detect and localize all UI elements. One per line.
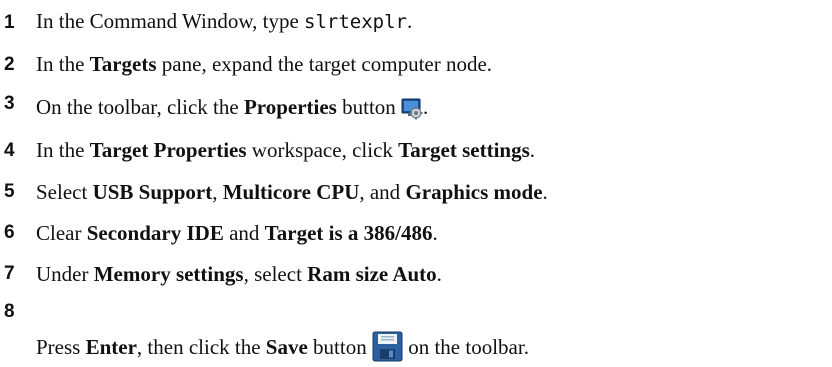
step-2: 2 In the Targets pane, expand the target… xyxy=(0,44,832,84)
text-part: Select xyxy=(36,180,93,204)
text-part: button xyxy=(336,95,402,119)
text-part: on the toolbar. xyxy=(402,335,529,359)
text-part: In the Command Window, type xyxy=(36,9,305,33)
text-part: . xyxy=(423,95,429,119)
text-part: . xyxy=(436,262,442,286)
text-part: and xyxy=(223,221,265,245)
ui-term: Multicore CPU xyxy=(222,180,360,204)
step-number: 1 xyxy=(4,12,15,33)
ui-term: Ram size Auto xyxy=(307,262,437,286)
step-number: 3 xyxy=(4,93,15,114)
text-part: In the xyxy=(36,52,90,76)
step-text: In the Command Window, type slrtexplr. xyxy=(36,11,412,32)
step-5: 5 Select USB Support, Multicore CPU, and… xyxy=(0,170,832,210)
ui-term: Target is a 386/486 xyxy=(264,221,433,245)
text-part: , xyxy=(212,180,223,204)
text-part: , then click the xyxy=(136,335,266,359)
text-part: In the xyxy=(36,138,90,162)
step-text: In the Target Properties workspace, clic… xyxy=(36,140,535,161)
step-number: 6 xyxy=(4,222,15,243)
ui-term: Targets xyxy=(89,52,157,76)
step-text: Under Memory settings, select Ram size A… xyxy=(36,264,442,285)
ui-term: Target settings xyxy=(398,138,530,162)
step-number: 4 xyxy=(4,140,15,161)
ui-term: USB Support xyxy=(92,180,213,204)
text-part: On the toolbar, click the xyxy=(36,95,244,119)
step-1: 1 In the Command Window, type slrtexplr. xyxy=(0,0,832,40)
text-part: Under xyxy=(36,262,94,286)
step-number: 7 xyxy=(4,263,15,284)
step-text: Select USB Support, Multicore CPU, and G… xyxy=(36,182,548,203)
step-6: 6 Clear Secondary IDE and Target is a 38… xyxy=(0,211,832,251)
text-part: button xyxy=(307,335,372,359)
text-part: Clear xyxy=(36,221,87,245)
ui-term: Graphics mode xyxy=(405,180,543,204)
step-7: 7 Under Memory settings, select Ram size… xyxy=(0,252,832,292)
procedure-steps: 1 In the Command Window, type slrtexplr.… xyxy=(0,0,832,367)
text-part: , select xyxy=(243,262,308,286)
step-text: Clear Secondary IDE and Target is a 386/… xyxy=(36,223,438,244)
step-text: On the toolbar, click the Properties but… xyxy=(36,97,428,124)
step-number: 5 xyxy=(4,181,15,202)
step-3: 3 On the toolbar, click the Properties b… xyxy=(0,86,832,126)
text-part: . xyxy=(407,9,413,33)
text-part: workspace, click xyxy=(246,138,399,162)
ui-term: Save xyxy=(265,335,308,359)
step-8: 8 Press Enter, then click the Save butto… xyxy=(0,293,832,363)
save-floppy-icon xyxy=(372,331,403,366)
command-name: slrtexplr xyxy=(304,11,407,33)
text-part: . xyxy=(432,221,438,245)
ui-term: Memory settings xyxy=(93,262,244,286)
ui-term: Secondary IDE xyxy=(86,221,224,245)
ui-term: Target Properties xyxy=(89,138,247,162)
text-part: pane, expand the target computer node. xyxy=(156,52,493,76)
text-part: . xyxy=(529,138,536,162)
properties-icon xyxy=(401,98,423,124)
ui-term: Enter xyxy=(85,335,137,359)
step-text: In the Targets pane, expand the target c… xyxy=(36,54,492,75)
text-part: Press xyxy=(36,335,86,359)
step-4: 4 In the Target Properties workspace, cl… xyxy=(0,128,832,168)
text-part: . xyxy=(542,180,548,204)
ui-term: Properties xyxy=(243,95,337,119)
step-number: 2 xyxy=(4,54,15,75)
text-part: , and xyxy=(359,180,406,204)
step-text: Press Enter, then click the Save button … xyxy=(36,331,529,366)
step-number: 8 xyxy=(4,301,15,322)
